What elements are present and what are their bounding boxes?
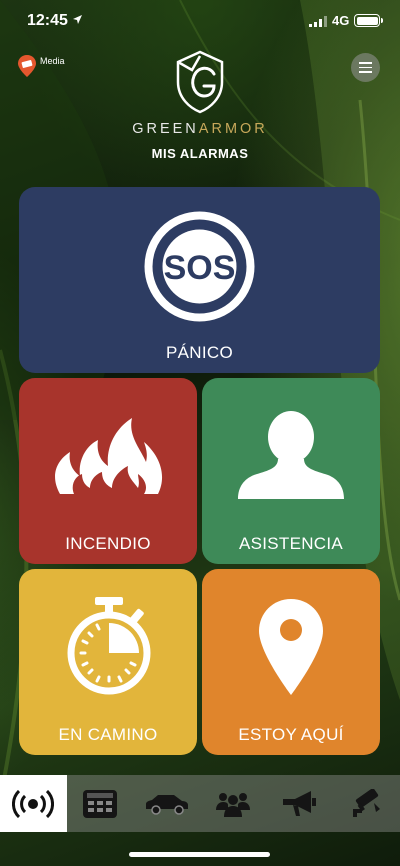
fire-tile[interactable]: INCENDIO — [19, 378, 197, 564]
home-indicator[interactable] — [129, 852, 270, 857]
sos-icon: SOS — [144, 211, 255, 322]
tile-label-fire: INCENDIO — [65, 534, 151, 553]
tab-contacts[interactable] — [200, 775, 267, 832]
brand-name: GREENARMOR — [0, 121, 400, 137]
keypad-icon — [82, 789, 117, 818]
signal-icon — [309, 16, 327, 27]
menu-icon-line — [359, 66, 372, 69]
bottom-tab-bar — [0, 775, 400, 832]
battery-icon — [354, 14, 383, 27]
tab-cameras[interactable] — [333, 775, 400, 832]
menu-icon-line — [359, 71, 372, 73]
on-the-way-tile[interactable]: EN CAMINO — [19, 569, 197, 755]
im-here-tile[interactable]: ESTOY AQUÍ — [202, 569, 380, 755]
tile-label-panic: PÁNICO — [166, 343, 233, 362]
tab-car[interactable] — [133, 775, 200, 832]
status-bar: 12:45 4G — [0, 0, 400, 44]
person-icon — [238, 411, 344, 499]
menu-button[interactable] — [351, 53, 380, 82]
brand-primary: GREEN — [132, 121, 199, 137]
location-arrow-icon — [73, 15, 82, 24]
panic-tile[interactable]: SOS PÁNICO — [19, 187, 380, 373]
greenarmor-shield-logo — [176, 50, 224, 114]
assistance-tile[interactable]: ASISTENCIA — [202, 378, 380, 564]
tile-label-assistance: ASISTENCIA — [238, 534, 344, 553]
location-pin-icon — [259, 599, 323, 695]
tile-label-on-the-way: EN CAMINO — [58, 725, 158, 744]
megaphone-icon — [282, 790, 316, 816]
page-title: MIS ALARMAS — [151, 146, 249, 161]
media-pin-icon — [18, 55, 36, 77]
fire-icon — [55, 418, 163, 494]
stopwatch-icon — [67, 597, 151, 695]
tab-keypad[interactable] — [67, 775, 134, 832]
tile-label-im-here: ESTOY AQUÍ — [238, 725, 344, 744]
broadcast-icon — [12, 789, 55, 818]
media-button[interactable]: Media — [17, 54, 65, 78]
status-time: 12:45 — [27, 12, 68, 29]
tab-alarms[interactable] — [0, 775, 67, 832]
tab-announcements[interactable] — [267, 775, 334, 832]
network-type: 4G — [332, 13, 350, 28]
media-label: Media — [40, 56, 65, 66]
car-icon — [145, 794, 188, 815]
camera-icon — [352, 788, 380, 817]
sos-text: SOS — [164, 249, 236, 287]
brand-accent: ARMOR — [198, 121, 268, 137]
menu-icon-line — [359, 62, 372, 64]
group-icon — [216, 792, 251, 817]
